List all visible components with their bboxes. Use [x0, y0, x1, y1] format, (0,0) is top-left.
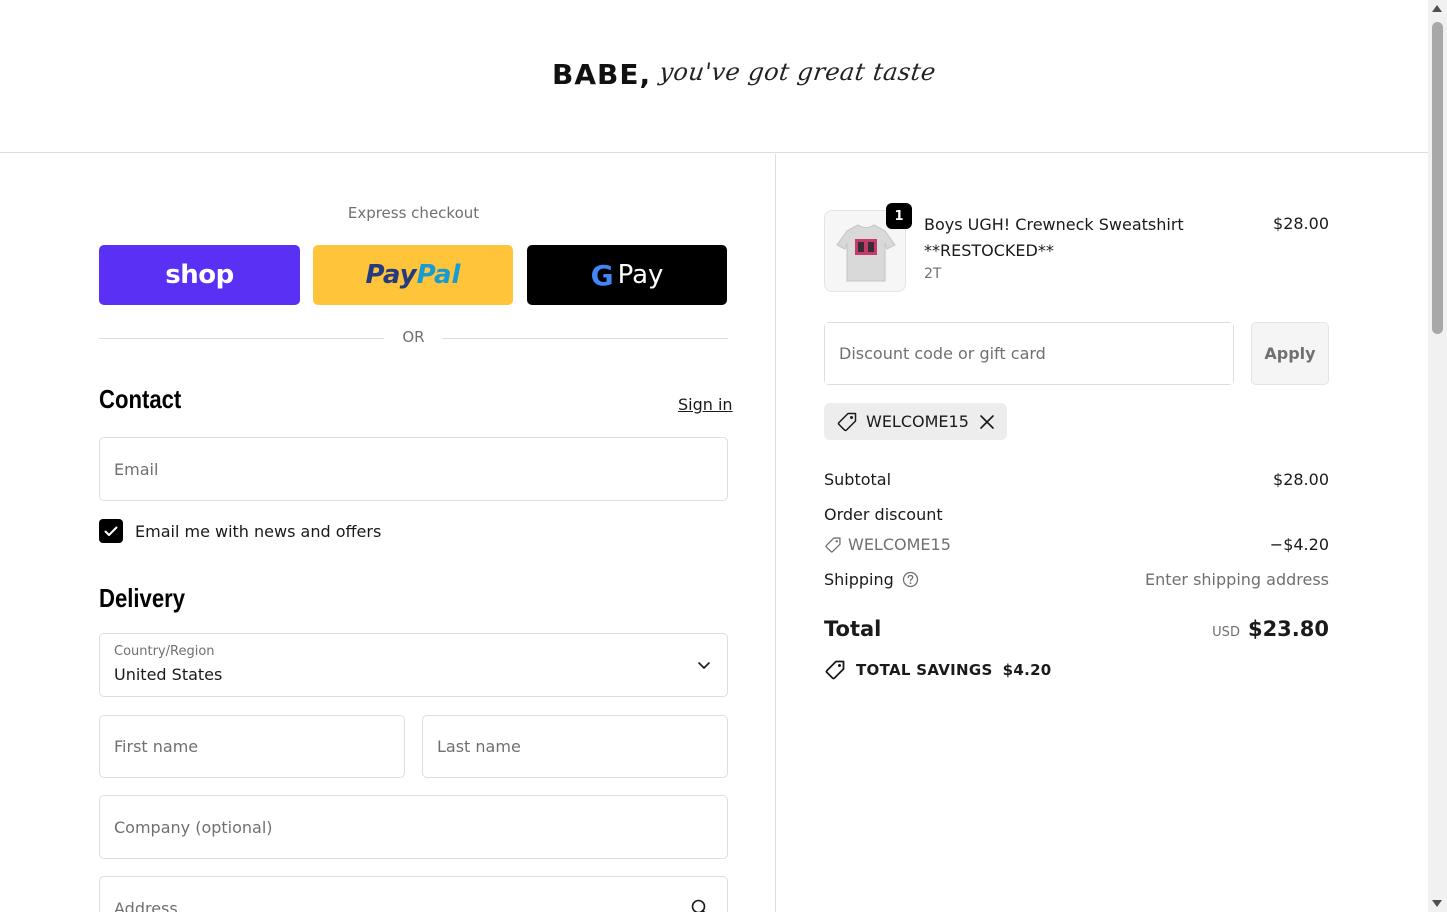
discount-amount: −$4.20	[1269, 535, 1329, 554]
checkmark-icon	[104, 526, 118, 536]
applied-code-label: WELCOME15	[866, 412, 969, 431]
subtotal-label: Subtotal	[824, 470, 892, 489]
store-logo[interactable]: BABE, you've got great taste	[552, 58, 938, 102]
quantity-badge: 1	[886, 203, 912, 229]
first-name-field[interactable]	[99, 715, 405, 778]
sign-in-link[interactable]: Sign in	[678, 395, 733, 414]
paypal-logo-part1: Pay	[365, 260, 417, 290]
discount-code-label: WELCOME15	[848, 535, 951, 554]
total-currency: USD	[1212, 625, 1240, 640]
or-divider: OR	[99, 328, 728, 348]
newsletter-label: Email me with news and offers	[135, 521, 382, 541]
shop-pay-button[interactable]: shop	[99, 245, 300, 305]
checkout-form-column: Express checkout shop Pay Pal G Pay OR Co…	[0, 154, 776, 912]
total-label: Total	[824, 617, 882, 641]
product-variant: 2T	[924, 266, 942, 282]
tag-icon	[825, 536, 841, 553]
logo-tagline: you've got great taste	[657, 58, 938, 86]
first-name-input[interactable]	[100, 716, 404, 777]
last-name-input[interactable]	[423, 716, 727, 777]
shop-pay-logo: shop	[165, 260, 234, 290]
newsletter-option[interactable]: Email me with news and offers	[99, 519, 381, 543]
last-name-field[interactable]	[422, 715, 728, 778]
subtotal-value: $28.00	[1273, 470, 1329, 489]
paypal-logo-part2: Pal	[416, 260, 461, 290]
discount-detail-row: WELCOME15 −$4.20	[824, 535, 1329, 558]
tag-icon	[837, 412, 857, 431]
scroll-down-arrow-icon[interactable]	[1432, 900, 1442, 907]
scrollbar-thumb[interactable]	[1432, 22, 1443, 334]
address-field[interactable]	[99, 876, 728, 912]
total-amount: $23.80	[1247, 617, 1329, 641]
express-checkout-label: Express checkout	[347, 204, 480, 222]
company-field[interactable]	[99, 795, 728, 859]
savings-label: TOTAL SAVINGS	[856, 661, 993, 679]
search-icon	[691, 899, 706, 912]
address-input[interactable]	[100, 877, 727, 912]
store-header: BABE, you've got great taste	[0, 0, 1428, 153]
total-savings: TOTAL SAVINGS $4.20	[824, 659, 1052, 681]
country-select[interactable]: Country/Region United States	[99, 633, 728, 697]
close-icon[interactable]	[979, 414, 995, 430]
apply-discount-button[interactable]: Apply	[1251, 322, 1329, 385]
scroll-up-arrow-icon[interactable]	[1432, 5, 1442, 12]
order-summary-column: 1 Boys UGH! Crewneck Sweatshirt **RESTOC…	[777, 154, 1428, 912]
contact-heading: Contact	[99, 384, 182, 414]
delivery-heading: Delivery	[99, 583, 186, 613]
shipping-row: Shipping Enter shipping address	[824, 570, 1329, 589]
product-name: Boys UGH! Crewneck Sweatshirt **RESTOCKE…	[924, 215, 1184, 260]
applied-code-chip: WELCOME15	[824, 403, 1007, 440]
country-value: United States	[114, 665, 223, 684]
google-pay-label: Pay	[617, 260, 664, 290]
subtotal-row: Subtotal $28.00	[824, 470, 1329, 489]
company-input[interactable]	[100, 796, 727, 858]
order-discount-label: Order discount	[824, 505, 943, 524]
savings-tag-icon	[825, 660, 845, 680]
chevron-down-icon	[698, 662, 710, 669]
discount-code-input[interactable]	[825, 323, 1233, 384]
paypal-button[interactable]: Pay Pal	[313, 245, 513, 305]
shipping-label: Shipping	[824, 570, 894, 589]
help-icon[interactable]	[902, 571, 919, 588]
product-price: $28.00	[1273, 214, 1329, 233]
newsletter-checkbox[interactable]	[99, 519, 123, 543]
shipping-value: Enter shipping address	[1145, 570, 1329, 589]
google-pay-button[interactable]: G Pay	[527, 245, 727, 305]
email-field[interactable]	[99, 437, 728, 501]
total-row: Total USD $23.80	[824, 617, 1329, 649]
email-input[interactable]	[100, 438, 727, 500]
google-g-icon: G	[590, 258, 614, 292]
discount-code-field[interactable]	[824, 322, 1234, 385]
logo-wordmark: BABE,	[552, 58, 652, 91]
order-discount-row: Order discount	[824, 505, 1329, 524]
page-scrollbar[interactable]	[1428, 0, 1447, 912]
or-label: OR	[402, 328, 425, 346]
savings-amount: $4.20	[1002, 661, 1052, 679]
country-label: Country/Region	[114, 644, 215, 659]
